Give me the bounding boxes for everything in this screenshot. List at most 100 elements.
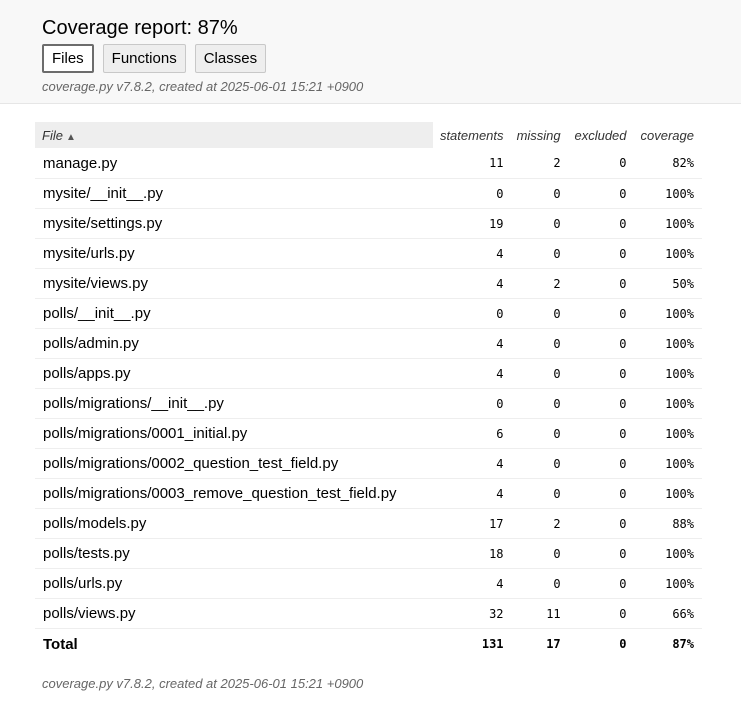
table-row: polls/migrations/0002_question_test_fiel… (35, 448, 702, 479)
file-name-link[interactable]: polls/models.py (35, 508, 433, 539)
coverage-cell: 66% (634, 598, 702, 629)
file-name-link[interactable]: manage.py (35, 148, 433, 179)
table-header-row: File ▲ statements missing excluded covera… (35, 122, 702, 148)
coverage-cell: 100% (634, 388, 702, 419)
total-missing: 17 (546, 637, 561, 651)
table-row: polls/tests.py 18 0 0 100% (35, 538, 702, 569)
missing-cell: 0 (511, 178, 569, 209)
file-name-link[interactable]: polls/views.py (35, 598, 433, 629)
missing-cell: 2 (511, 508, 569, 539)
coverage-cell: 100% (634, 208, 702, 239)
statements-cell: 4 (433, 478, 512, 509)
file-name-link[interactable]: polls/migrations/0002_question_test_fiel… (35, 448, 433, 479)
table-row: polls/migrations/__init__.py 0 0 0 100% (35, 388, 702, 419)
column-header-excluded[interactable]: excluded (569, 122, 635, 148)
missing-cell: 0 (511, 358, 569, 389)
coverage-cell: 100% (634, 538, 702, 569)
excluded-cell: 0 (568, 298, 635, 329)
excluded-cell: 0 (568, 508, 635, 539)
column-header-file-label: File (42, 127, 63, 143)
missing-cell: 0 (511, 328, 569, 359)
table-row: polls/urls.py 4 0 0 100% (35, 568, 702, 599)
statements-cell: 32 (433, 598, 512, 629)
statements-cell: 4 (433, 268, 512, 299)
missing-cell: 11 (511, 598, 569, 629)
file-name-link[interactable]: mysite/urls.py (35, 238, 433, 269)
total-excluded: 0 (619, 637, 627, 651)
column-header-missing[interactable]: missing (512, 122, 569, 148)
coverage-cell: 88% (634, 508, 702, 539)
table-row: polls/migrations/0003_remove_question_te… (35, 478, 702, 509)
excluded-cell: 0 (568, 568, 635, 599)
file-name-link[interactable]: polls/migrations/__init__.py (35, 388, 433, 419)
tab-classes[interactable]: Classes (194, 44, 267, 73)
total-statements: 131 (481, 637, 504, 651)
file-name-link[interactable]: polls/urls.py (35, 568, 433, 599)
missing-cell: 0 (511, 418, 569, 449)
view-tabs: Files Functions Classes (42, 44, 741, 73)
statements-cell: 0 (433, 178, 512, 209)
coverage-cell: 100% (634, 238, 702, 269)
tab-functions[interactable]: Functions (102, 44, 186, 73)
table-row: manage.py 11 2 0 82% (35, 148, 702, 179)
coverage-cell: 100% (634, 358, 702, 389)
excluded-cell: 0 (568, 418, 635, 449)
excluded-cell: 0 (568, 148, 635, 179)
report-header: Coverage report: 87% Files Functions Cla… (0, 0, 741, 104)
table-row: polls/admin.py 4 0 0 100% (35, 328, 702, 359)
total-row: Total 131 17 0 87% (35, 629, 702, 660)
table-row: mysite/urls.py 4 0 0 100% (35, 238, 702, 269)
excluded-cell: 0 (568, 178, 635, 209)
excluded-cell: 0 (568, 358, 635, 389)
missing-cell: 0 (511, 238, 569, 269)
table-row: mysite/views.py 4 2 0 50% (35, 268, 702, 299)
statements-cell: 4 (433, 358, 512, 389)
file-name-link[interactable]: polls/migrations/0003_remove_question_te… (35, 478, 433, 509)
missing-cell: 0 (511, 568, 569, 599)
table-row: polls/migrations/0001_initial.py 6 0 0 100% (35, 418, 702, 449)
statements-cell: 4 (433, 238, 512, 269)
table-row: mysite/__init__.py 0 0 0 100% (35, 178, 702, 209)
file-name-link[interactable]: polls/apps.py (35, 358, 433, 389)
tab-files[interactable]: Files (42, 44, 94, 73)
column-header-file[interactable]: File ▲ (35, 122, 433, 148)
column-header-statements[interactable]: statements (433, 122, 512, 148)
missing-cell: 0 (511, 478, 569, 509)
statements-cell: 0 (433, 298, 512, 329)
table-row: polls/views.py 32 11 0 66% (35, 598, 702, 629)
statements-cell: 17 (433, 508, 512, 539)
excluded-cell: 0 (568, 328, 635, 359)
file-name-link[interactable]: polls/__init__.py (35, 298, 433, 329)
file-name-link[interactable]: polls/migrations/0001_initial.py (35, 418, 433, 449)
file-name-link[interactable]: mysite/settings.py (35, 208, 433, 239)
coverage-cell: 100% (634, 298, 702, 329)
table-row: polls/models.py 17 2 0 88% (35, 508, 702, 539)
missing-cell: 0 (511, 388, 569, 419)
file-name-link[interactable]: polls/tests.py (35, 538, 433, 569)
coverage-cell: 100% (634, 478, 702, 509)
file-name-link[interactable]: mysite/__init__.py (35, 178, 433, 209)
coverage-cell: 50% (634, 268, 702, 299)
coverage-cell: 100% (634, 448, 702, 479)
missing-cell: 2 (511, 268, 569, 299)
footer-meta: coverage.py v7.8.2, created at 2025-06-0… (42, 676, 364, 691)
excluded-cell: 0 (568, 268, 635, 299)
report-meta: coverage.py v7.8.2, created at 2025-06-0… (42, 79, 364, 94)
coverage-table: File ▲ statements missing excluded covera… (35, 122, 702, 659)
excluded-cell: 0 (568, 208, 635, 239)
page-title: Coverage report: 87% (42, 17, 238, 39)
statements-cell: 0 (433, 388, 512, 419)
table-row: mysite/settings.py 19 0 0 100% (35, 208, 702, 239)
missing-cell: 0 (511, 538, 569, 569)
coverage-cell: 82% (634, 148, 702, 179)
statements-cell: 19 (433, 208, 512, 239)
coverage-cell: 100% (634, 418, 702, 449)
excluded-cell: 0 (568, 238, 635, 269)
statements-cell: 18 (433, 538, 512, 569)
file-name-link[interactable]: polls/admin.py (35, 328, 433, 359)
file-name-link[interactable]: mysite/views.py (35, 268, 433, 299)
missing-cell: 0 (511, 208, 569, 239)
statements-cell: 4 (433, 448, 512, 479)
total-coverage: 87% (672, 637, 694, 651)
column-header-coverage[interactable]: coverage (635, 122, 702, 148)
